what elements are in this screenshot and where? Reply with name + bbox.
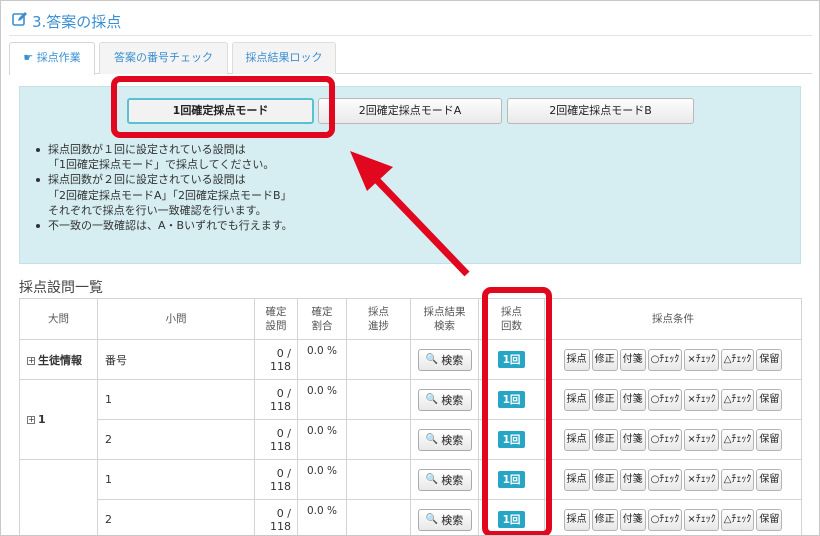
arrow-annotation	[350, 151, 470, 277]
screen: 3.答案の採点 ☛ 採点作業 答案の番号チェック 採点結果ロック 1回確定採点モ…	[0, 0, 820, 536]
arrow-head	[350, 151, 393, 191]
arrow-line	[370, 173, 470, 277]
